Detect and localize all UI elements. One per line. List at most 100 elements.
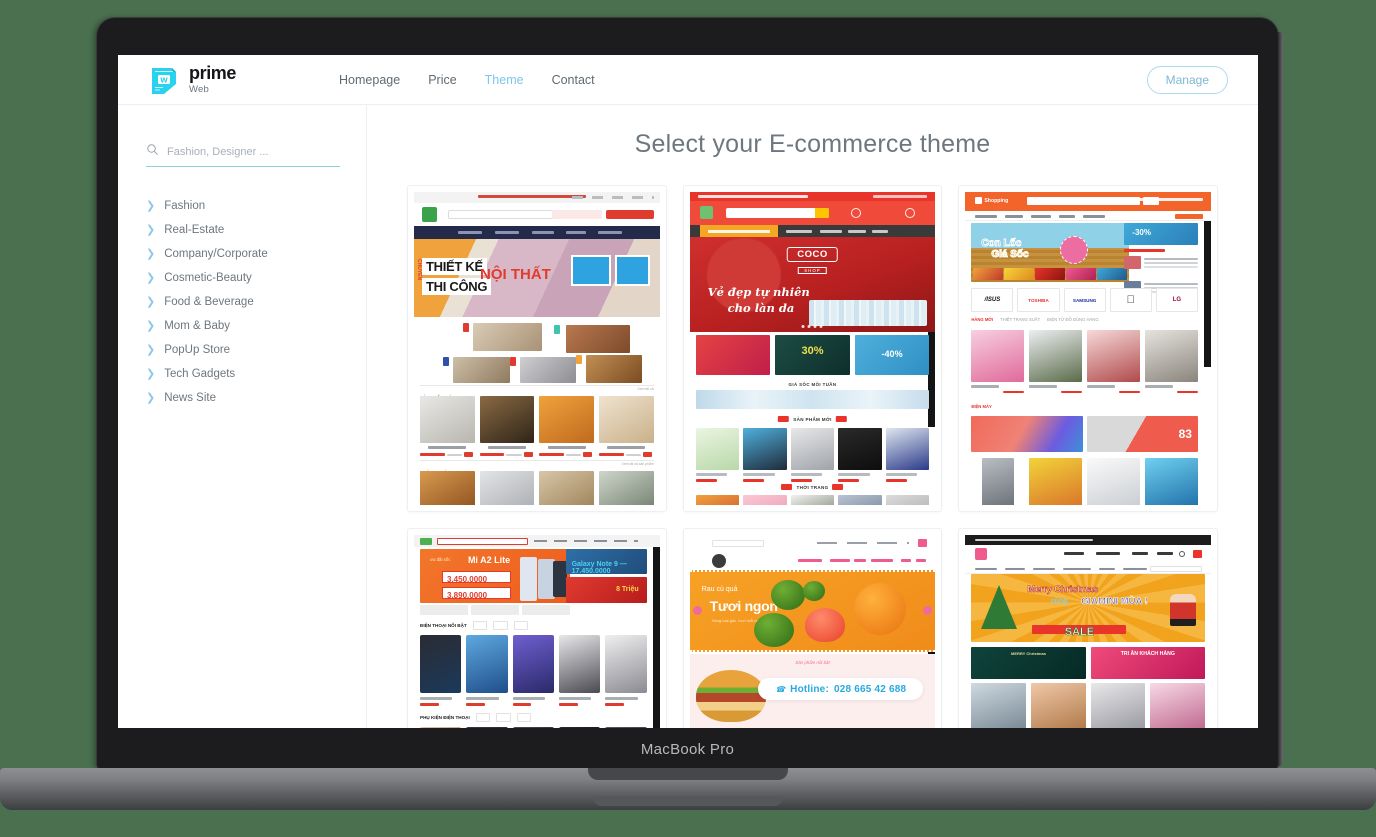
brand-logo[interactable]: W prime Web (148, 64, 236, 96)
laptop-base (0, 768, 1376, 810)
nav-link-price[interactable]: Price (428, 73, 456, 87)
nav-link-homepage[interactable]: Homepage (339, 73, 400, 87)
chevron-right-icon: ❯ (146, 391, 156, 404)
hero-line-2: Giá Sốc (991, 248, 1029, 260)
theme-card-christmas-sale[interactable]: Merry Christmas cùng GIAMINI MÙA ! SALE … (958, 528, 1218, 728)
sidebar-item-label: Tech Gadgets (164, 368, 236, 380)
preview-hero: COCO SHOP Vẻ đẹp tự nhiên cho làn da (689, 237, 936, 332)
theme-preview: Merry Christmas cùng GIAMINI MÙA ! SALE … (965, 535, 1211, 728)
chevron-right-icon: ❯ (146, 223, 156, 236)
theme-preview: COCO SHOP Vẻ đẹp tự nhiên cho làn da 30% (689, 192, 936, 505)
hero-price-1: 3.450.0000 (447, 575, 488, 584)
svg-text:W: W (160, 76, 168, 84)
content-area: Select your E-commerce theme CHUYÊN THIẾ… (367, 105, 1258, 728)
section-more: Xem tất cả sản phẩm (621, 462, 654, 466)
sidebar-item-real-estate[interactable]: ❯ Real-Estate (146, 218, 340, 242)
preview-hero: Merry Christmas cùng GIAMINI MÙA ! SALE (971, 574, 1205, 642)
brand-subtitle: Web (189, 84, 209, 96)
preview-banner-2: 30% (775, 335, 850, 375)
app-header: W prime Web Homepage Price Theme Contact… (118, 55, 1258, 105)
sidebar-item-label: Fashion (164, 200, 206, 212)
theme-preview: Shopping Con Lốc Giá Sốc -30% /ISUS TOSH… (965, 192, 1211, 505)
preview-side-banner-2: 8 Triệu (565, 577, 647, 603)
sidebar-item-food-beverage[interactable]: ❯ Food & Beverage (146, 290, 340, 314)
sidebar-item-news-site[interactable]: ❯ News Site (146, 386, 340, 410)
chevron-right-icon: ❯ (146, 295, 156, 308)
chevron-right-icon: ❯ (146, 247, 156, 260)
theme-card-coco-cosmetics[interactable]: COCO SHOP Vẻ đẹp tự nhiên cho làn da 30% (682, 185, 943, 512)
hero-line-1: Con Lốc (981, 238, 1022, 250)
preview-section-header: ĐIỆN THOẠI NỔI BẬT (420, 621, 647, 630)
hero-line-1: THIẾT KẾ (422, 257, 487, 275)
sidebar-item-company-corporate[interactable]: ❯ Company/Corporate (146, 242, 340, 266)
preview-topbar (414, 535, 660, 547)
device-label: MacBook Pro (640, 740, 735, 758)
hero-brand: COCO (787, 247, 838, 262)
manage-button[interactable]: Manage (1146, 65, 1228, 94)
chevron-right-icon: ❯ (146, 199, 156, 212)
laptop-screen: W prime Web Homepage Price Theme Contact… (118, 55, 1258, 728)
preview-tab-active[interactable]: HÀNG MỚI (971, 317, 993, 322)
brand-logo-lg: LG (1155, 288, 1198, 312)
theme-card-shopping-marketplace[interactable]: Shopping Con Lốc Giá Sốc -30% /ISUS TOSH… (958, 185, 1218, 512)
preview-topbar (965, 535, 1211, 545)
theme-card-mobile-store[interactable]: ưu đãi sốc Mi A2 Lite 3.450.0000 3.890.0… (407, 528, 667, 728)
preview-nav (689, 225, 936, 237)
preview-topbar (414, 192, 660, 203)
sidebar-item-label: Mom & Baby (164, 320, 231, 332)
preview-lower: Sản phẩm nổi bật ☎ Hotline: 028 665 42 6… (689, 654, 936, 728)
sidebar-item-fashion[interactable]: ❯ Fashion (146, 194, 340, 218)
document-w-icon: W (148, 64, 180, 96)
sidebar: ❯ Fashion ❯ Real-Estate ❯ Company/Corpor… (118, 105, 367, 728)
hero-accent-text: NỘI THẤT (480, 265, 551, 283)
sidebar-item-tech-gadgets[interactable]: ❯ Tech Gadgets (146, 362, 340, 386)
hero-line-1: Vẻ đẹp tự nhiên (707, 285, 810, 299)
preview-banner-1: MERRY Christmas (971, 647, 1086, 679)
preview-tab[interactable]: ĐIỆN TỬ ĐỒ DÙNG HÀNG (1047, 317, 1098, 322)
section-title: SẢN PHẨM MỚI (793, 416, 832, 422)
nav-link-contact[interactable]: Contact (552, 73, 595, 87)
brand-logo-apple:  (1109, 288, 1152, 312)
hero-sale-label: SALE (1064, 625, 1095, 639)
preview-topbar (689, 535, 936, 552)
hero-line-3: GIAMINI MÙA ! (1081, 596, 1148, 608)
sidebar-item-popup-store[interactable]: ❯ PopUp Store (146, 338, 340, 362)
preview-nav (689, 552, 936, 570)
preview-header (689, 201, 936, 225)
preview-section-header: SẢN PHẨM MỚI (778, 416, 847, 422)
preview-side-banner-1: Galaxy Note 9 — 17.450.0000 (565, 549, 647, 575)
hotline-bar: ☎ Hotline: 028 665 42 688 (758, 678, 924, 700)
preview-section-header: PHÒNG KHÁCH Xem tất cả sản phẩm (420, 460, 654, 475)
preview-hero: ưu đãi sốc Mi A2 Lite 3.450.0000 3.890.0… (420, 549, 570, 603)
preview-hero: CHUYÊN THIẾT KẾ THI CÔNG NỘI THẤT (414, 239, 660, 317)
main-nav: Homepage Price Theme Contact (339, 73, 595, 87)
preview-section-header: THỜI TRANG (781, 484, 844, 490)
theme-preview: ưu đãi sốc Mi A2 Lite 3.450.0000 3.890.0… (414, 535, 660, 728)
preview-searchbar (414, 203, 660, 226)
preview-section-title: ĐIỆN MÁY (971, 404, 992, 409)
theme-grid: CHUYÊN THIẾT KẾ THI CÔNG NỘI THẤT Xem tấ… (407, 185, 1218, 728)
theme-preview: Rau củ quả Tươi ngon Hàng loại gốc, tươi… (689, 535, 936, 728)
theme-card-interior-design[interactable]: CHUYÊN THIẾT KẾ THI CÔNG NỘI THẤT Xem tấ… (407, 185, 667, 512)
brand-logo-asus: /ISUS (971, 288, 1014, 312)
section-title: THỜI TRANG (796, 484, 829, 490)
section-title: PHỤ KIỆN ĐIỆN THOẠI (420, 715, 470, 720)
sidebar-item-label: Cosmetic-Beauty (164, 272, 252, 284)
search-row[interactable] (146, 143, 340, 167)
preview-topbar (689, 192, 936, 201)
hero-line-2: cùng (1050, 598, 1068, 606)
hero-price-2: 3.890.0000 (447, 591, 488, 600)
preview-tab[interactable]: THIẾT TRANG SUẤT (1000, 317, 1040, 322)
hero-line-2: cho làn da (727, 301, 795, 315)
sidebar-item-cosmetic-beauty[interactable]: ❯ Cosmetic-Beauty (146, 266, 340, 290)
brand-logo-toshiba: TOSHIBA (1017, 288, 1060, 312)
chevron-right-icon: ❯ (146, 343, 156, 356)
preview-brand-logos: /ISUS TOSHIBA SAMSUNG  LG (971, 288, 1198, 312)
theme-card-food-beverage[interactable]: Rau củ quả Tươi ngon Hàng loại gốc, tươi… (682, 528, 943, 728)
search-input[interactable] (167, 146, 340, 158)
sidebar-item-label: PopUp Store (164, 344, 231, 356)
sidebar-item-mom-baby[interactable]: ❯ Mom & Baby (146, 314, 340, 338)
nav-link-theme[interactable]: Theme (485, 73, 524, 87)
preview-header (965, 545, 1211, 563)
preview-banner-2: 83 (1086, 416, 1198, 452)
